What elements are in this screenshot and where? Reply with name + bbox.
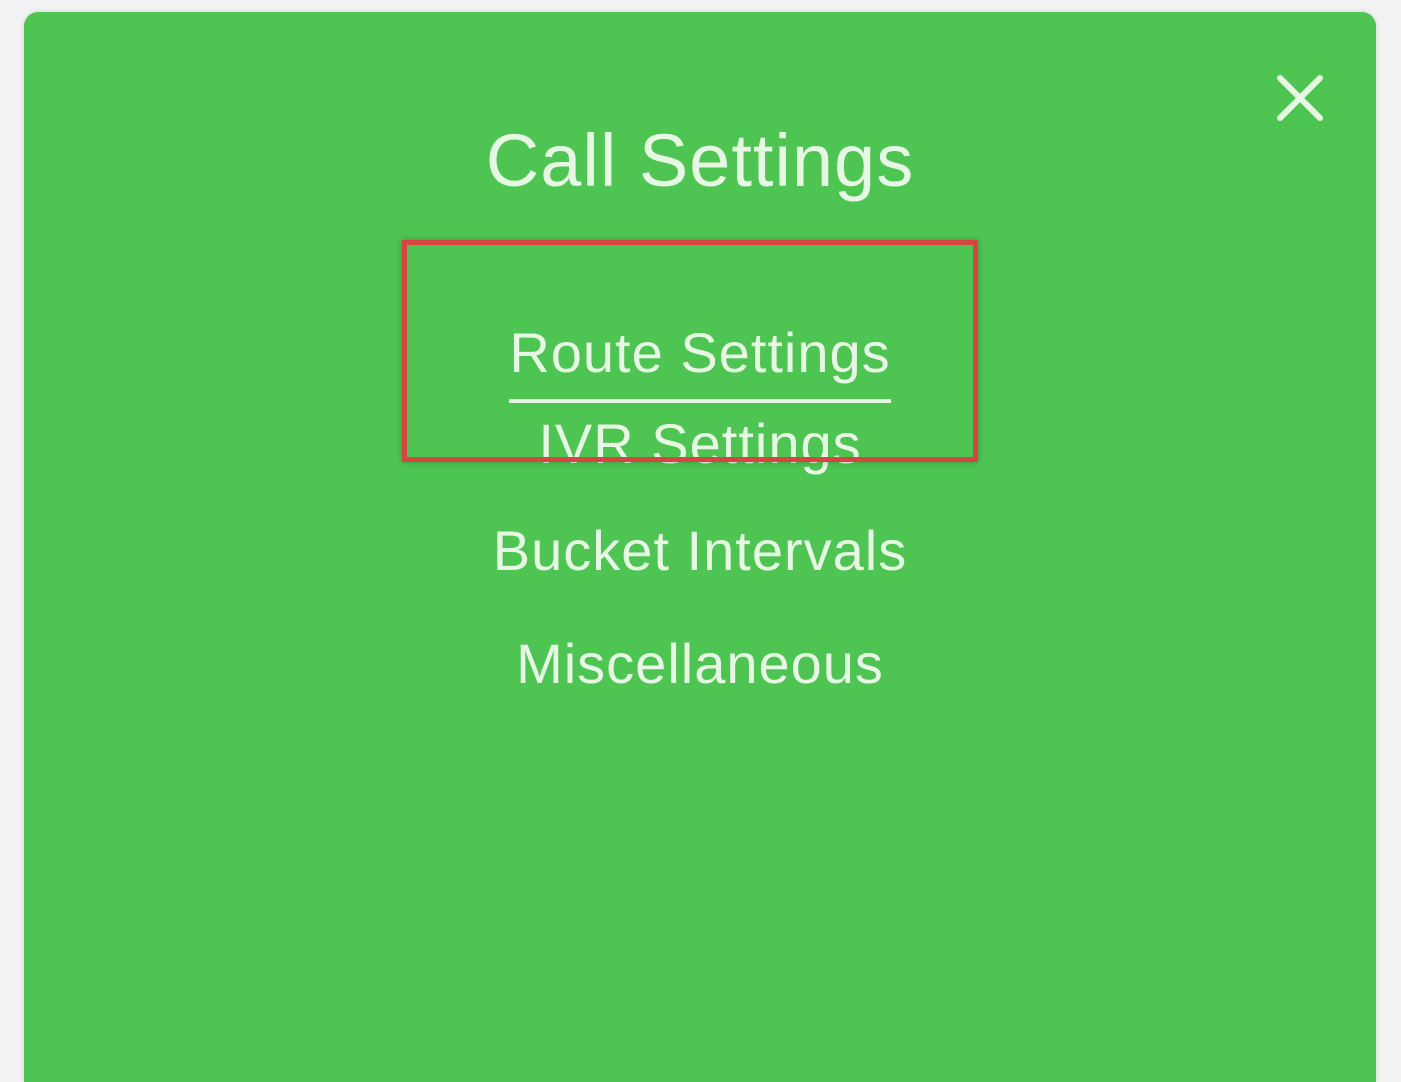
call-settings-panel: Call Settings Route Settings IVR Setting… <box>24 12 1376 1082</box>
panel-title: Call Settings <box>485 119 915 202</box>
settings-menu: Route Settings IVR Settings Bucket Inter… <box>24 320 1376 696</box>
menu-item-route-settings[interactable]: Route Settings <box>509 320 891 403</box>
menu-item-bucket-intervals[interactable]: Bucket Intervals <box>24 518 1376 583</box>
menu-item-ivr-settings[interactable]: IVR Settings <box>24 411 1376 476</box>
menu-item-miscellaneous[interactable]: Miscellaneous <box>24 631 1376 696</box>
